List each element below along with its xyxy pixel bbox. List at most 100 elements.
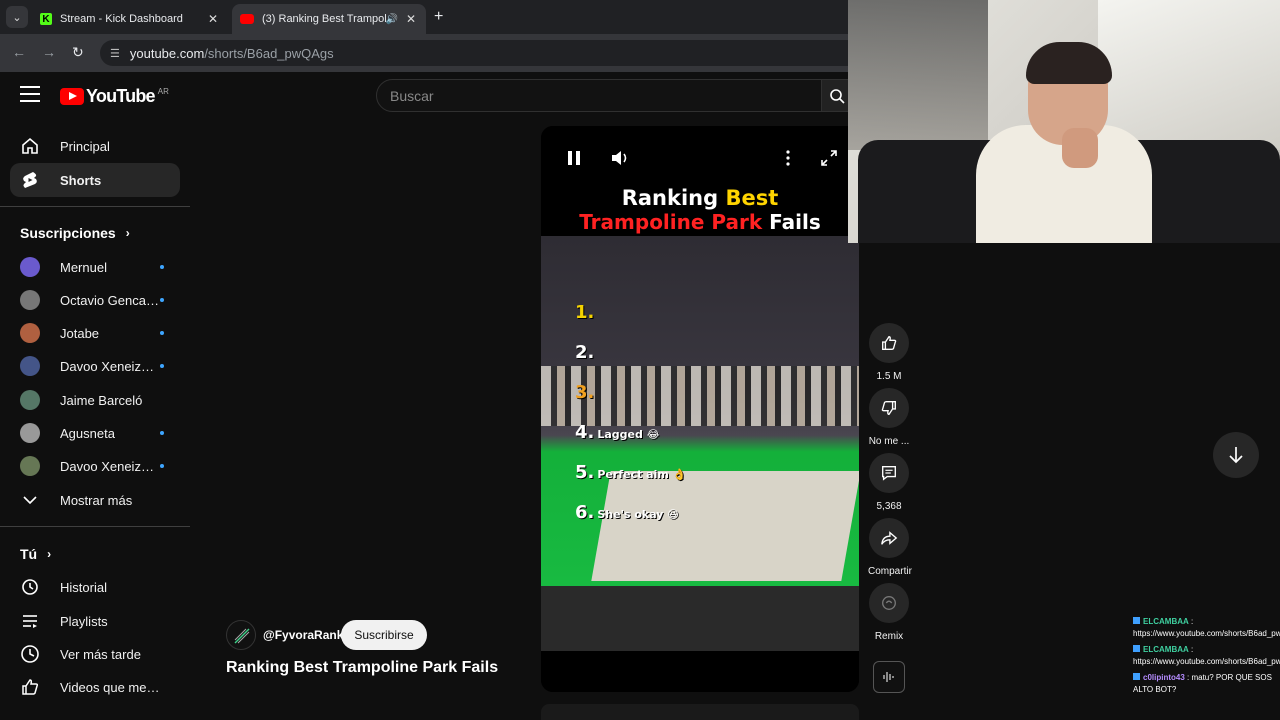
hamburger-menu-icon[interactable] (20, 86, 40, 104)
remix-button[interactable]: Remix (868, 583, 910, 642)
like-button[interactable]: 1.5 M (868, 323, 910, 382)
tab-search-button[interactable]: ⌄ (6, 6, 28, 28)
rank-number: 4. (575, 422, 595, 443)
sidebar-item-label: Ver más tarde (60, 646, 141, 662)
sidebar-subscription[interactable]: Davoo Xeneize P... (10, 449, 180, 483)
search-input[interactable]: Buscar (376, 79, 822, 112)
subscriptions-header[interactable]: Suscripciones › (20, 225, 130, 241)
rank-number: 6. (575, 502, 595, 523)
chat-text: https://www.youtube.com/shorts/B6ad_pwQA… (1133, 657, 1280, 666)
new-tab-button[interactable]: + (434, 8, 443, 26)
channel-name[interactable]: @FyvoraRank (263, 628, 343, 642)
sidebar-item-label: Shorts (60, 172, 102, 188)
back-icon[interactable]: ← (12, 44, 26, 60)
chevron-right-icon: › (47, 547, 52, 561)
sidebar-subscription[interactable]: Jotabe (10, 316, 180, 350)
sidebar-item-label: Principal (60, 138, 110, 154)
webcam-overlay (848, 0, 1280, 243)
tab-close-icon[interactable]: ✕ (404, 12, 418, 26)
remix-label: Remix (874, 631, 904, 642)
webcam-background-shelf (848, 0, 988, 150)
video-frame: 1. 2. 3. 4. Lagged 😂 5. Perfect aim 👌 6. Sh… (541, 236, 859, 651)
thumbs-up-icon (869, 323, 909, 363)
webcam-person-hair (1026, 42, 1112, 84)
avatar (20, 423, 40, 443)
tab-title: Stream - Kick Dashboard (60, 13, 183, 25)
share-icon (869, 518, 909, 558)
thumbs-up-icon (20, 677, 40, 697)
rank-label: 6. She's okay 😆 (575, 502, 679, 523)
clock-icon (20, 644, 40, 664)
site-info-icon[interactable]: ☰ (110, 47, 120, 60)
sidebar-subscription[interactable]: Octavio Gencarelli (10, 283, 180, 317)
subscription-name: Jaime Barceló (60, 392, 143, 408)
country-code: AR (157, 87, 169, 96)
reload-icon[interactable]: ↻ (72, 44, 84, 61)
sidebar-item-shorts[interactable]: Shorts (10, 163, 180, 197)
subscription-name: Mernuel (60, 259, 107, 275)
avatar (20, 456, 40, 476)
new-content-dot (160, 464, 164, 468)
volume-icon[interactable] (611, 150, 631, 171)
more-options-icon[interactable] (785, 150, 791, 171)
comment-icon (869, 453, 909, 493)
you-header[interactable]: Tú › (20, 546, 51, 562)
sidebar-subscription[interactable]: Davoo Xeneize T... (10, 349, 180, 383)
new-content-dot (160, 431, 164, 435)
sidebar-item-watch-later[interactable]: Ver más tarde (10, 637, 180, 671)
rank-number: 5. (575, 462, 595, 483)
channel-avatar[interactable] (226, 620, 256, 650)
subscription-name: Octavio Gencarelli (60, 292, 160, 308)
next-short-preview[interactable] (541, 704, 859, 720)
chat-user: ELCAMBAA (1143, 645, 1189, 654)
rank-number: 3. (575, 382, 595, 403)
dislike-label: No me ... (868, 436, 910, 447)
youtube-logo[interactable]: YouTube AR (60, 86, 169, 107)
title-highlight: Best (725, 186, 779, 210)
chat-text: https://www.youtube.com/shorts/B6ad_pwQA… (1133, 629, 1280, 638)
sidebar-subscription[interactable]: Mernuel (10, 250, 180, 284)
sidebar-item-liked-videos[interactable]: Videos que me gus... (10, 670, 180, 704)
short-title[interactable]: Ranking Best Trampoline Park Fails (226, 659, 498, 677)
rank-label: 4. Lagged 😂 (575, 422, 660, 443)
tab-close-icon[interactable]: ✕ (206, 12, 220, 26)
fullscreen-icon[interactable] (821, 150, 837, 171)
home-icon (20, 136, 40, 156)
sidebar-subscription[interactable]: Jaime Barceló (10, 383, 180, 417)
tab-kick-dashboard[interactable]: K Stream - Kick Dashboard ✕ (32, 4, 228, 34)
chat-user: ELCAMBAA (1143, 617, 1189, 626)
tab-youtube-short[interactable]: (3) Ranking Best Trampoline Park Fails 🔊… (232, 4, 426, 34)
sidebar-subscription[interactable]: Agusneta (10, 416, 180, 450)
shorts-icon (20, 170, 40, 190)
youtube-favicon-icon (240, 14, 254, 24)
soundwave-icon (873, 661, 905, 693)
avatar (20, 323, 40, 343)
tab-audio-icon[interactable]: 🔊 (386, 14, 398, 25)
sidebar-item-historial[interactable]: Historial (10, 570, 180, 604)
dislike-button[interactable]: No me ... (868, 388, 910, 447)
rank-label: 5. Perfect aim 👌 (575, 462, 686, 483)
sound-button[interactable] (868, 661, 910, 693)
player-bottom-bar (541, 651, 859, 692)
shorts-player[interactable]: Ranking Best Trampoline Park Fails 1. 2.… (541, 126, 859, 692)
logo-text: YouTube (86, 86, 156, 106)
subscription-name: Davoo Xeneize P... (60, 458, 160, 474)
next-short-button[interactable] (1213, 432, 1259, 478)
subscription-name: Davoo Xeneize T... (60, 358, 160, 374)
video-overlay-title-line2: Trampoline Park Fails (541, 210, 859, 234)
divider (0, 206, 190, 207)
rank-number: 2. (575, 342, 595, 363)
chat-message: ELCAMBAA : https://www.youtube.com/short… (1133, 644, 1280, 668)
share-button[interactable]: Compartir (868, 518, 912, 577)
url-input[interactable]: ☰ youtube.com/shorts/B6ad_pwQAgs (100, 40, 860, 66)
show-more-button[interactable]: Mostrar más (10, 483, 180, 517)
sidebar-item-principal[interactable]: Principal (10, 129, 180, 163)
title-text: Ranking (621, 186, 726, 210)
comment-count: 5,368 (876, 501, 902, 512)
comments-button[interactable]: 5,368 (868, 453, 910, 512)
forward-icon[interactable]: → (42, 44, 56, 60)
pause-icon[interactable] (567, 150, 581, 171)
subscribe-button[interactable]: Suscribirse (341, 620, 427, 650)
sidebar-item-playlists[interactable]: Playlists (10, 604, 180, 638)
kick-favicon-icon: K (40, 13, 52, 25)
